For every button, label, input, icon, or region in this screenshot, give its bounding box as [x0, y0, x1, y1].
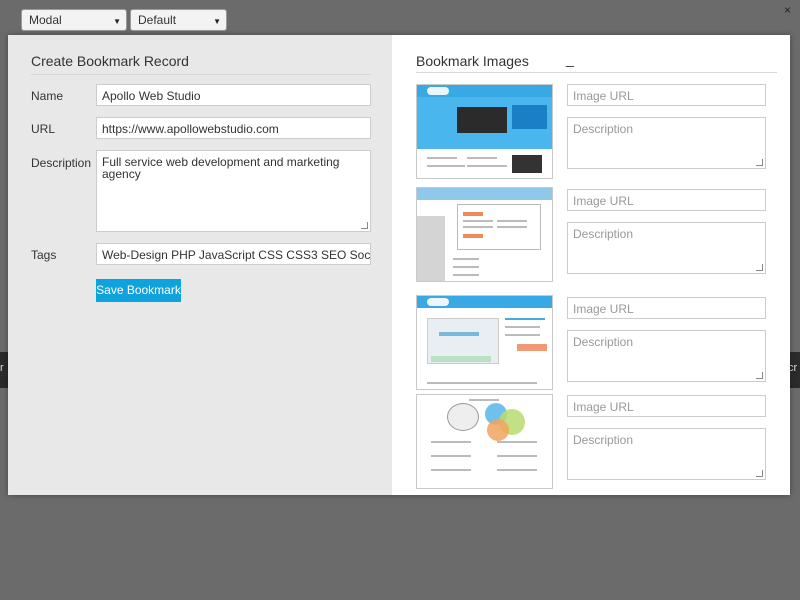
description-textarea[interactable]: Full service web development and marketi… — [96, 150, 371, 232]
image-url-input-3[interactable]: Image URL — [567, 297, 766, 319]
mode-select-value: Modal — [29, 13, 62, 27]
image-url-placeholder: Image URL — [573, 302, 634, 316]
url-input-value: https://www.apollowebstudio.com — [102, 122, 279, 136]
website-screenshot-icon — [416, 84, 553, 179]
name-label: Name — [31, 89, 64, 103]
image-url-input-4[interactable]: Image URL — [567, 395, 766, 417]
resize-handle-icon[interactable] — [361, 222, 368, 229]
description-placeholder: Description — [573, 227, 634, 241]
chevron-down-icon: ▼ — [213, 17, 221, 26]
image-description-textarea-1[interactable]: Description — [567, 117, 766, 169]
close-icon[interactable]: × — [784, 3, 791, 17]
title-divider — [31, 74, 371, 75]
create-bookmark-title: Create Bookmark Record — [31, 53, 189, 69]
image-url-placeholder: Image URL — [573, 400, 634, 414]
description-textarea-value: Full service web development and marketi… — [102, 155, 340, 181]
description-placeholder: Description — [573, 335, 634, 349]
image-description-textarea-4[interactable]: Description — [567, 428, 766, 480]
website-screenshot-icon — [416, 295, 553, 390]
title-underscore: _ — [566, 51, 574, 67]
images-divider — [416, 72, 777, 73]
tags-input[interactable]: Web-Design PHP JavaScript CSS CSS3 SEO S… — [96, 243, 371, 265]
description-label: Description — [31, 156, 92, 170]
url-label: URL — [31, 122, 56, 136]
bookmark-images-title: Bookmark Images — [416, 53, 529, 69]
description-placeholder: Description — [573, 122, 634, 136]
image-url-placeholder: Image URL — [573, 194, 634, 208]
url-input[interactable]: https://www.apollowebstudio.com — [96, 117, 371, 139]
description-placeholder: Description — [573, 433, 634, 447]
image-description-textarea-2[interactable]: Description — [567, 222, 766, 274]
mode-select[interactable]: Modal ▼ — [21, 9, 127, 31]
resize-handle-icon[interactable] — [756, 264, 763, 271]
bookmark-modal: Create Bookmark Record Name Apollo Web S… — [8, 35, 790, 495]
save-bookmark-button[interactable]: Save Bookmark — [96, 279, 181, 302]
name-input[interactable]: Apollo Web Studio — [96, 84, 371, 106]
image-url-input-1[interactable]: Image URL — [567, 84, 766, 106]
image-url-placeholder: Image URL — [573, 89, 634, 103]
bookmark-images-pane: Bookmark Images _ Image URL Description — [392, 35, 790, 495]
chevron-down-icon: ▼ — [113, 17, 121, 26]
resize-handle-icon[interactable] — [756, 372, 763, 379]
background-text-left: r — [0, 362, 4, 374]
size-select-value: Default — [138, 13, 177, 27]
image-url-input-2[interactable]: Image URL — [567, 189, 766, 211]
tags-input-value: Web-Design PHP JavaScript CSS CSS3 SEO S… — [102, 248, 371, 262]
image-description-textarea-3[interactable]: Description — [567, 330, 766, 382]
resize-handle-icon[interactable] — [756, 159, 763, 166]
resize-handle-icon[interactable] — [756, 470, 763, 477]
name-input-value: Apollo Web Studio — [102, 89, 201, 103]
website-screenshot-icon — [416, 187, 553, 282]
website-screenshot-icon — [416, 394, 553, 489]
tags-label: Tags — [31, 248, 57, 262]
create-bookmark-pane: Create Bookmark Record Name Apollo Web S… — [8, 35, 392, 495]
size-select[interactable]: Default ▼ — [130, 9, 227, 31]
